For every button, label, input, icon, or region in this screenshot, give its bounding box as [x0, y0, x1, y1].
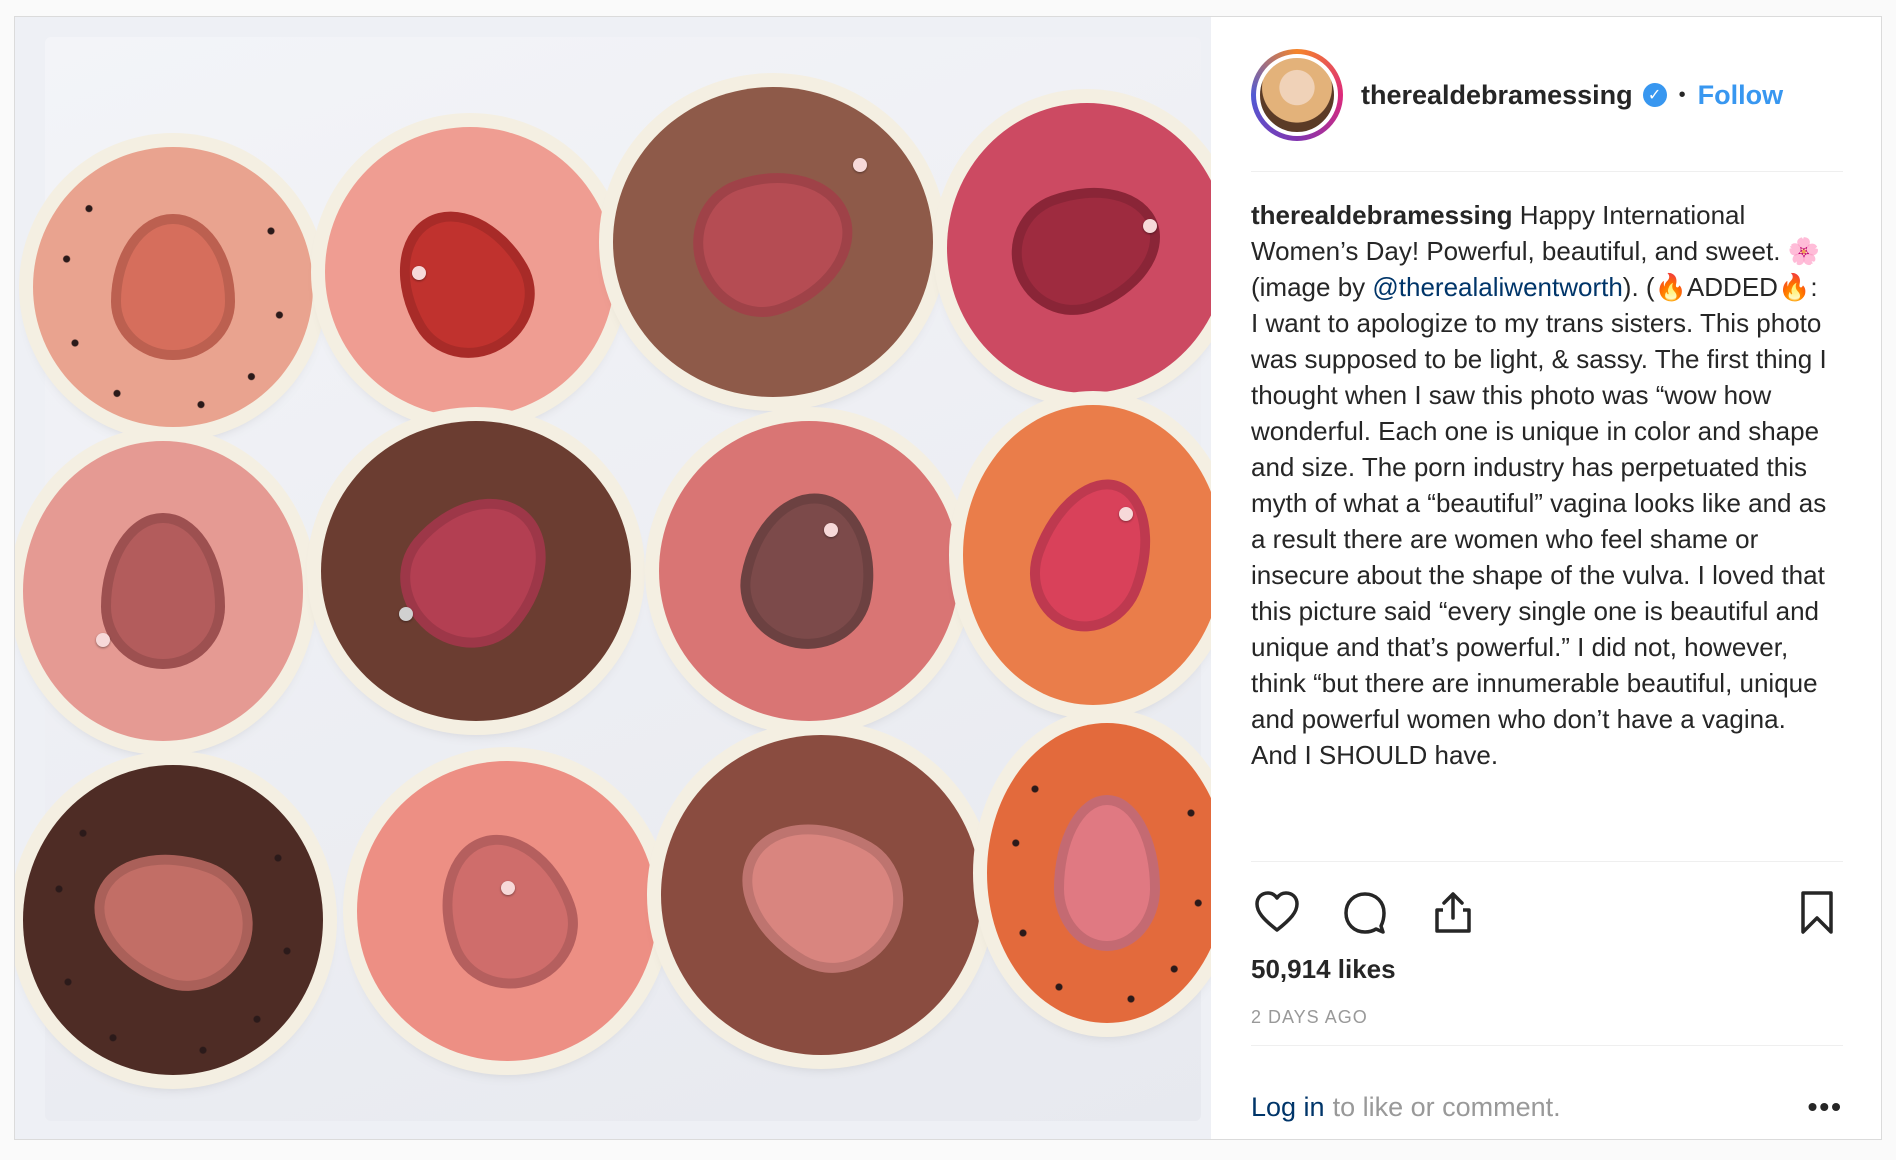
cupcake-8	[963, 405, 1211, 705]
login-prompt-text: to like or comment.	[1332, 1091, 1561, 1122]
likes-count[interactable]: 50,914 likes	[1251, 954, 1396, 985]
header-divider	[1251, 171, 1843, 172]
username-link[interactable]: therealdebramessing	[1361, 80, 1633, 111]
post-footer: Log in to like or comment. •••	[1251, 1087, 1843, 1127]
comment-button[interactable]	[1339, 886, 1391, 938]
post-sidebar: therealdebramessing ✓ • Follow therealde…	[1211, 17, 1881, 1139]
avatar[interactable]	[1256, 54, 1338, 136]
share-button[interactable]	[1427, 886, 1479, 938]
login-link[interactable]: Log in	[1251, 1092, 1325, 1123]
cupcake-10	[357, 761, 657, 1061]
post-date[interactable]: 2 DAYS AGO	[1251, 1007, 1368, 1028]
post-photo[interactable]	[15, 17, 1211, 1139]
caption-divider	[1251, 861, 1843, 862]
cupcake-6	[321, 421, 631, 721]
cupcake-7	[659, 421, 959, 721]
post-header: therealdebramessing ✓ • Follow	[1251, 43, 1843, 147]
cupcake-3	[613, 87, 933, 397]
instagram-post: therealdebramessing ✓ • Follow therealde…	[14, 16, 1882, 1140]
caption-username-link[interactable]: therealdebramessing	[1251, 200, 1513, 230]
verified-badge-icon: ✓	[1642, 83, 1667, 107]
avatar-story-ring[interactable]	[1251, 49, 1343, 141]
action-bar	[1251, 877, 1843, 947]
header-separator: •	[1678, 83, 1686, 106]
cupcake-5	[23, 441, 303, 741]
comment-icon	[1344, 892, 1386, 934]
cupcake-11	[661, 735, 981, 1055]
caption-mention-link[interactable]: @therealaliwentworth	[1372, 272, 1622, 302]
share-icon	[1435, 892, 1471, 933]
footer-divider	[1251, 1045, 1843, 1046]
caption-text-part-2: ). (🔥ADDED🔥: I want to apologize to my t…	[1251, 272, 1827, 770]
cupcake-4	[947, 103, 1211, 393]
cupcake-12	[987, 723, 1211, 1023]
post-caption: therealdebramessing Happy International …	[1251, 197, 1831, 857]
bookmark-icon	[1801, 891, 1833, 934]
follow-button[interactable]: Follow	[1698, 80, 1783, 111]
cupcake-9	[23, 765, 323, 1075]
heart-icon	[1255, 891, 1299, 932]
like-button[interactable]	[1251, 886, 1303, 938]
cupcake-2	[325, 127, 615, 417]
cupcake-1	[33, 147, 313, 427]
more-options-icon[interactable]: •••	[1808, 1091, 1843, 1123]
save-button[interactable]	[1791, 886, 1843, 938]
